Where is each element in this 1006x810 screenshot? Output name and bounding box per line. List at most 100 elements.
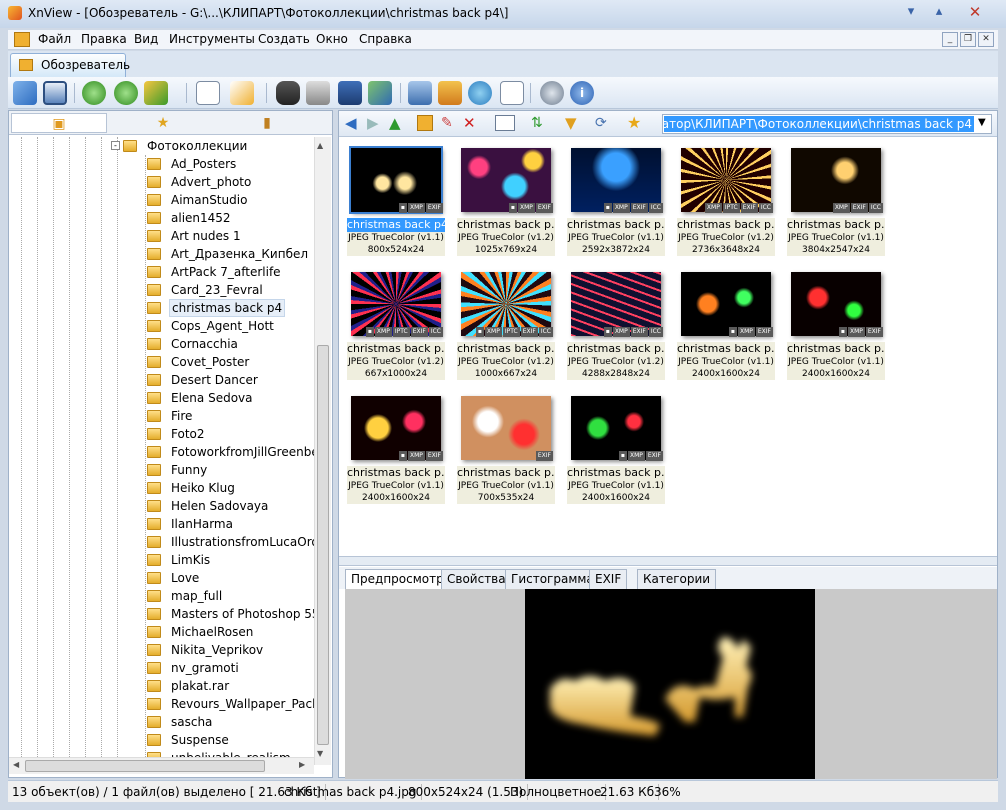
metadata-badge: EXIF xyxy=(425,203,443,213)
rotate-right-icon[interactable] xyxy=(114,81,138,105)
forward-arrow-icon[interactable]: ▶ xyxy=(367,115,383,131)
tab-favorites[interactable]: ★ xyxy=(115,113,211,133)
metadata-badge: XMP xyxy=(374,327,392,337)
menu-window[interactable]: Окно xyxy=(316,32,348,46)
properties-icon[interactable] xyxy=(196,81,220,105)
tab-browser[interactable]: Обозреватель xyxy=(10,53,130,77)
new-folder-icon[interactable] xyxy=(417,115,433,131)
close-button[interactable]: ✕ xyxy=(964,2,986,22)
menu-create[interactable]: Создать xyxy=(258,32,310,46)
thumbnail-item[interactable]: ▪ XMP IPTC EXIF ICC christmas back p... JPEG T… xyxy=(457,268,555,388)
thumbnail-item[interactable]: EXIF christmas back p... JPEG TrueColor (v… xyxy=(457,392,555,512)
thumbnail-item[interactable]: ▪ XMP EXIF christmas back p... JPEG TrueColo… xyxy=(347,392,445,512)
tab-histogram[interactable]: Гистограмма xyxy=(505,569,600,589)
thumbnail-item[interactable]: ▪ XMP EXIF christmas back p... JPEG TrueColo… xyxy=(457,144,555,264)
thumbnail-item[interactable]: ▪ XMP EXIF ICC christmas back p... JPEG TrueC… xyxy=(567,144,665,264)
folder-icon xyxy=(147,536,161,548)
menu-file[interactable]: Файл xyxy=(38,32,71,46)
thumbnail-item[interactable]: XMP IPTC EXIF ICC christmas back p... JPEG Tr… xyxy=(677,144,775,264)
vertical-scrollbar[interactable]: ▲ ▼ xyxy=(314,137,331,765)
capture-icon[interactable] xyxy=(408,81,432,105)
menu-view[interactable]: Вид xyxy=(134,32,158,46)
search-icon[interactable] xyxy=(276,81,300,105)
folder-icon xyxy=(147,194,161,206)
move-to-icon[interactable] xyxy=(230,81,254,105)
folder-icon xyxy=(147,176,161,188)
back-arrow-icon[interactable]: ◀ xyxy=(345,115,361,131)
web-gallery-icon[interactable] xyxy=(468,81,492,105)
splitter[interactable] xyxy=(339,556,997,566)
print-icon[interactable] xyxy=(306,81,330,105)
up-arrow-icon[interactable]: ▲ xyxy=(389,115,405,131)
thumbnail-format: JPEG TrueColor (v1.1) xyxy=(567,232,665,244)
horizontal-scrollbar[interactable]: ◀ ▶ xyxy=(9,757,314,774)
status-zoom: 36% xyxy=(654,785,681,799)
info-icon[interactable]: i xyxy=(570,81,594,105)
view-mode-icon[interactable] xyxy=(495,115,515,131)
refresh-icon[interactable]: ⟳ xyxy=(595,115,611,131)
metadata-badges: ▪ XMP EXIF xyxy=(728,327,773,338)
delete-icon[interactable]: ✕ xyxy=(463,115,479,131)
rotate-left-icon[interactable] xyxy=(82,81,106,105)
folder-icon xyxy=(147,680,161,692)
thumbnail-dimensions: 667x1000x24 xyxy=(347,368,445,380)
preview-tabs: Предпросмотр Свойства Гистограмма EXIF К… xyxy=(339,567,997,590)
metadata-badge: ▪ xyxy=(618,451,627,461)
minimize-button[interactable]: ▾ xyxy=(900,2,922,22)
folder-icon xyxy=(147,698,161,710)
left-panel-tabs: ▣ ★ ▮ xyxy=(9,111,332,135)
rename-icon[interactable]: ✎ xyxy=(441,115,457,131)
chevron-down-icon[interactable]: ▼ xyxy=(978,117,986,128)
thumbnail-item[interactable]: XMP EXIF ICC christmas back p... JPEG TrueCo… xyxy=(787,144,885,264)
mdi-minimize-button[interactable]: _ xyxy=(942,32,958,47)
folder-icon xyxy=(147,734,161,746)
address-bar[interactable]: острратор\КЛИПАРТ\Фотоколлекции\christma… xyxy=(662,114,992,134)
tab-exif[interactable]: EXIF xyxy=(589,569,628,589)
document-icon[interactable] xyxy=(14,32,30,47)
toolbar-separator xyxy=(400,83,401,103)
menu-tools[interactable]: Инструменты xyxy=(169,32,255,46)
filter-icon[interactable]: ▼ xyxy=(565,115,585,131)
metadata-badge: ▪ xyxy=(398,203,407,213)
metadata-badge: EXIF xyxy=(865,327,883,337)
folder-icon xyxy=(147,338,161,350)
tab-folders[interactable]: ▣ xyxy=(11,113,107,133)
maximize-button[interactable]: ▴ xyxy=(928,2,950,22)
thumbnail-name: christmas back p... xyxy=(787,342,885,356)
menu-help[interactable]: Справка xyxy=(359,32,412,46)
favorites-star-icon[interactable]: ★ xyxy=(627,114,649,132)
settings-gear-icon[interactable] xyxy=(540,81,564,105)
thumbnail-item[interactable]: ▪ XMP IPTC EXIF ICC christmas back p... JPEG T… xyxy=(347,268,445,388)
thumbnail-item[interactable]: ▪ XMP EXIF christmas back p... JPEG TrueColo… xyxy=(677,268,775,388)
folder-icon xyxy=(147,464,161,476)
thumbnail-item[interactable]: ▪ XMP EXIF ICC christmas back p... JPEG TrueC… xyxy=(567,268,665,388)
slideshow-icon[interactable] xyxy=(368,81,392,105)
thumbnail-item[interactable]: ▪ XMP EXIF christmas back p... JPEG TrueColo… xyxy=(787,268,885,388)
tab-label: Обозреватель xyxy=(41,58,131,72)
thumbnail-dimensions: 2592x3872x24 xyxy=(567,244,665,256)
thumbnail-format: JPEG TrueColor (v1.1) xyxy=(347,232,445,244)
metadata-badge: ▪ xyxy=(728,327,737,337)
metadata-badge: XMP xyxy=(627,451,645,461)
convert-icon[interactable] xyxy=(144,81,168,105)
thumbnail-item[interactable]: ▪ XMP EXIF christmas back p4 JPEG TrueColor … xyxy=(347,144,445,264)
address-input[interactable]: острратор\КЛИПАРТ\Фотоколлекции\christma… xyxy=(664,116,974,132)
contact-sheet-icon[interactable] xyxy=(500,81,524,105)
tab-properties[interactable]: Свойства xyxy=(441,569,512,589)
sort-icon[interactable]: ⇅ xyxy=(531,115,551,131)
folder-icon xyxy=(147,608,161,620)
web-page-icon[interactable] xyxy=(438,81,462,105)
menu-edit[interactable]: Правка xyxy=(81,32,127,46)
metadata-badge: ▪ xyxy=(603,203,612,213)
tab-categories[interactable]: Категории xyxy=(637,569,717,589)
fullscreen-icon[interactable] xyxy=(43,81,67,105)
tab-categories[interactable]: ▮ xyxy=(219,113,315,133)
mdi-restore-button[interactable]: ❐ xyxy=(960,32,976,47)
view-icon[interactable] xyxy=(13,81,37,105)
scanner-icon[interactable] xyxy=(338,81,362,105)
folders-icon: ▣ xyxy=(52,116,66,132)
mdi-close-button[interactable]: ✕ xyxy=(978,32,994,47)
tab-preview[interactable]: Предпросмотр xyxy=(345,569,450,590)
thumbnail-item[interactable]: ▪ XMP EXIF christmas back p... JPEG TrueColo… xyxy=(567,392,665,512)
thumbnail-name: christmas back p... xyxy=(677,218,775,232)
